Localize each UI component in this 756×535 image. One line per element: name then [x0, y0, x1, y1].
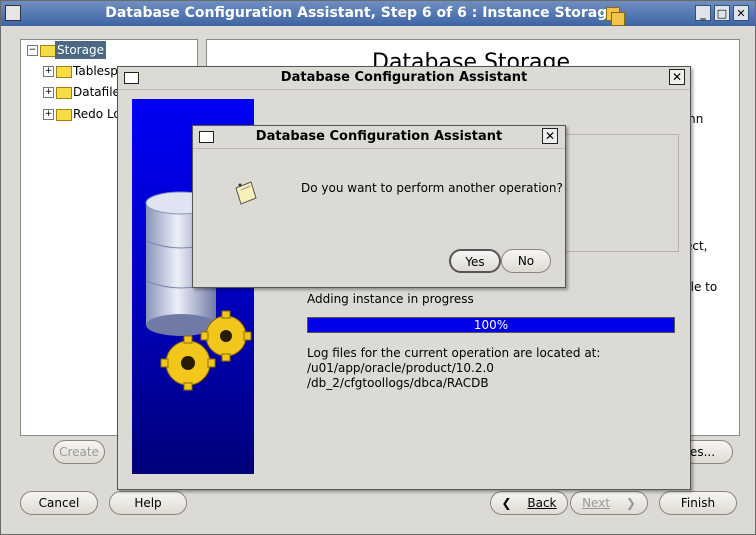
expand-icon[interactable]: +	[43, 66, 54, 77]
chevron-left-icon: ❮	[501, 496, 512, 510]
chevron-right-icon: ❯	[625, 496, 636, 510]
create-button[interactable]: Create	[53, 440, 105, 464]
tree-item-storage[interactable]: − Storage	[25, 41, 195, 59]
confirm-dialog-title: Database Configuration Assistant	[255, 129, 503, 144]
progress-dialog-title: Database Configuration Assistant	[280, 70, 528, 85]
expand-icon[interactable]: +	[43, 109, 54, 120]
collapse-icon[interactable]: −	[27, 45, 38, 56]
main-window: Database Configuration Assistant, Step 6…	[0, 0, 756, 535]
folder-icon	[40, 45, 56, 57]
title-bar[interactable]: Database Configuration Assistant, Step 6…	[1, 1, 755, 26]
close-icon[interactable]: ✕	[542, 128, 558, 144]
progress-bar: 100%	[307, 317, 675, 333]
back-button[interactable]: ❮ Back	[490, 491, 568, 515]
yes-button[interactable]: Yes	[449, 249, 501, 273]
log-path-line-2: /db_2/cfgtoollogs/dbca/RACDB	[307, 376, 489, 390]
help-button[interactable]: Help	[109, 491, 187, 515]
folder-icon	[56, 109, 72, 121]
finish-button[interactable]: Finish	[659, 491, 737, 515]
back-label: Back	[527, 496, 557, 510]
close-button[interactable]: ✕	[733, 5, 749, 21]
expand-icon[interactable]: +	[43, 87, 54, 98]
folder-icon	[56, 87, 72, 99]
next-label: Next	[582, 496, 611, 510]
tree-label: Tablesp	[73, 64, 118, 78]
tree-label: Redo Lo	[73, 107, 121, 121]
confirm-message: Do you want to perform another operation…	[301, 181, 563, 195]
cancel-button[interactable]: Cancel	[20, 491, 98, 515]
progress-status: Adding instance in progress	[307, 292, 474, 306]
confirm-dialog-titlebar[interactable]: Database Configuration Assistant ✕	[193, 126, 565, 149]
minimize-button[interactable]: _	[695, 5, 711, 21]
confirm-dialog: Database Configuration Assistant ✕ Do yo…	[192, 125, 566, 288]
progress-dialog-titlebar[interactable]: Database Configuration Assistant ✕	[118, 67, 690, 90]
maximize-button[interactable]: □	[714, 5, 730, 21]
tree-label: Datafile	[73, 85, 120, 99]
folder-icon	[56, 66, 72, 78]
tree-label-storage: Storage	[55, 41, 106, 59]
note-icon	[235, 181, 257, 205]
window-icon	[124, 72, 139, 84]
no-button[interactable]: No	[501, 249, 551, 273]
close-icon[interactable]: ✕	[669, 69, 685, 85]
progress-percent: 100%	[473, 318, 509, 332]
log-path-line-1: /u01/app/oracle/product/10.2.0	[307, 361, 494, 375]
window-icon	[199, 131, 214, 143]
stack-icon	[606, 7, 625, 26]
log-label: Log files for the current operation are …	[307, 346, 601, 360]
log-location: Log files for the current operation are …	[307, 346, 600, 391]
next-button[interactable]: Next ❯	[570, 491, 648, 515]
